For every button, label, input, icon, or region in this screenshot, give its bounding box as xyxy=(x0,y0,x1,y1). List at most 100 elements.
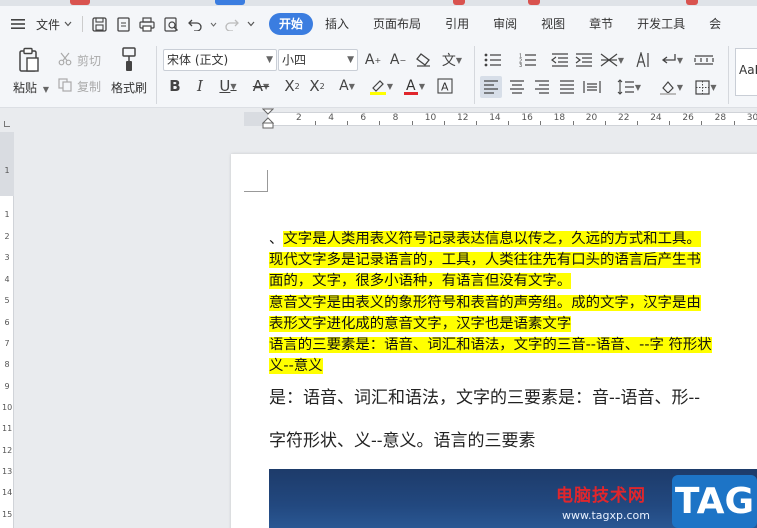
subscript-icon[interactable]: X2 xyxy=(307,76,327,96)
tab-developer-tools[interactable]: 开发工具 xyxy=(625,13,697,35)
text-direction-icon[interactable] xyxy=(633,50,653,70)
file-menu[interactable]: 文件 xyxy=(30,11,78,37)
doc-line-4[interactable]: 意音文字是由表义的象形符号和表音的声旁组。成的文字，汉字是由 xyxy=(269,293,701,314)
vertical-ruler-number: 7 xyxy=(4,339,10,348)
doc-line-3[interactable]: 面的，文字，很多小语种，有语言但没有文字。 xyxy=(269,271,572,292)
menu-icon[interactable] xyxy=(6,12,30,36)
tab-insert[interactable]: 插入 xyxy=(313,13,361,35)
print-icon[interactable] xyxy=(135,12,159,36)
justify-icon[interactable] xyxy=(556,76,578,98)
chinese-layout-icon[interactable]: ▼ xyxy=(598,50,626,70)
print-preview-icon[interactable] xyxy=(159,12,183,36)
numbered-list-icon[interactable]: 123 xyxy=(517,50,539,70)
doc-paragraph-line-1[interactable]: 是：语音、词汇和语法，文字的三要素是：音--语音、形-- xyxy=(269,387,700,409)
tab-references[interactable]: 引用 xyxy=(433,13,481,35)
vertical-ruler-number: 9 xyxy=(4,382,10,391)
format-painter-button[interactable]: 格式刷 xyxy=(111,79,147,96)
doc-paragraph-line-2[interactable]: 字符形状、义--意义。语言的三要素 xyxy=(269,430,536,452)
paste-icon[interactable] xyxy=(16,46,42,74)
chevron-down-icon: ▼ xyxy=(347,55,354,65)
font-name-select[interactable]: 宋体 (正文) ▼ xyxy=(163,49,277,71)
ruler-number: 28 xyxy=(714,113,727,123)
tab-member[interactable]: 会 xyxy=(697,13,733,35)
tab-review[interactable]: 审阅 xyxy=(481,13,529,35)
clear-format-icon[interactable] xyxy=(413,50,433,70)
text-effect-icon[interactable]: A ▼ xyxy=(333,76,361,96)
document-tab-indicator[interactable] xyxy=(453,0,465,5)
vertical-ruler-number: 8 xyxy=(4,360,10,369)
doc-line-5[interactable]: 表形文字进化成的意音文字，汉字也是语素文字 xyxy=(269,314,572,335)
tab-view[interactable]: 视图 xyxy=(529,13,577,35)
doc-line-2[interactable]: 现代文字多是记录语言的，工具，人类往往先有口头的语言后产生书 xyxy=(269,250,701,271)
paste-button[interactable]: 粘贴 ▼ xyxy=(13,79,49,96)
style-gallery-preview[interactable]: AaB xyxy=(735,48,757,96)
line-spacing-icon[interactable]: ▼ xyxy=(614,76,644,98)
character-border-icon[interactable]: A xyxy=(435,76,455,96)
font-size-select[interactable]: 小四 ▼ xyxy=(278,49,358,71)
tab-section[interactable]: 章节 xyxy=(577,13,625,35)
tab-stop-selector[interactable] xyxy=(4,121,10,127)
document-tab-indicator[interactable] xyxy=(528,0,540,5)
distributed-align-icon[interactable] xyxy=(581,76,603,98)
increase-indent-icon[interactable] xyxy=(573,50,595,70)
redo-icon[interactable] xyxy=(219,12,243,36)
doc-line-6[interactable]: 语言的三要素是：语音、词汇和语法，文字的三音--语音、--字 符形状 xyxy=(269,335,712,356)
vertical-ruler-number: 13 xyxy=(2,467,13,476)
format-painter-icon[interactable] xyxy=(118,46,140,74)
highlighted-text: 文字是人类用表义符号记录表达信息以传之，久远的方式和工具。 xyxy=(283,231,701,247)
undo-dropdown-icon[interactable] xyxy=(207,12,219,36)
italic-icon[interactable]: I xyxy=(190,76,210,96)
decrease-font-size-icon[interactable]: A − xyxy=(388,50,408,70)
bullet-list-icon[interactable] xyxy=(482,50,504,70)
ruler-number: 10 xyxy=(424,113,437,123)
highlight-color-icon[interactable]: ▼ xyxy=(366,76,396,96)
ruler-tick xyxy=(669,121,671,125)
tab-home[interactable]: 开始 xyxy=(269,13,314,35)
document-tab-indicator[interactable] xyxy=(70,0,90,5)
indent-marker-icon[interactable] xyxy=(262,108,274,130)
superscript-icon[interactable]: X2 xyxy=(282,76,302,96)
doc-line-7[interactable]: 义--意义 xyxy=(269,356,323,377)
undo-icon[interactable] xyxy=(183,12,207,36)
borders-icon[interactable]: ▼ xyxy=(693,76,719,98)
align-right-icon[interactable] xyxy=(531,76,553,98)
shading-icon[interactable]: ▼ xyxy=(657,76,685,98)
decrease-indent-icon[interactable] xyxy=(549,50,571,70)
highlighted-text: 现代文字多是记录语言的，工具，人类往往先有口头的语言后产生书 xyxy=(269,252,701,268)
strikethrough-icon[interactable]: A ▼ xyxy=(247,76,275,96)
doc-line-1[interactable]: 、文字是人类用表义符号记录表达信息以传之，久远的方式和工具。 xyxy=(269,229,701,250)
ruler-number: 16 xyxy=(521,113,533,123)
vertical-ruler-number: 14 xyxy=(2,488,13,497)
cut-button[interactable]: 剪切 xyxy=(77,52,101,69)
save-icon[interactable] xyxy=(87,12,111,36)
font-size-value: 小四 xyxy=(282,53,307,67)
vertical-ruler-number: 1 xyxy=(4,166,10,175)
tab-page-layout[interactable]: 页面布局 xyxy=(361,13,433,35)
active-document-tab-indicator[interactable] xyxy=(215,0,245,5)
ruler-tick xyxy=(443,121,445,125)
ruler-tick xyxy=(701,121,703,125)
highlighted-text: 义--意义 xyxy=(269,358,323,374)
table-grid-icon[interactable] xyxy=(692,50,716,70)
export-pdf-icon[interactable] xyxy=(111,12,135,36)
copy-button[interactable]: 复制 xyxy=(77,78,101,95)
document-tab-indicator[interactable] xyxy=(686,0,698,5)
bold-icon[interactable]: B xyxy=(165,76,185,96)
ruler-number: 30 xyxy=(746,113,757,123)
font-name-value: 宋体 (正文) xyxy=(167,53,229,67)
chevron-down-icon xyxy=(64,21,72,27)
ruler-tick xyxy=(315,121,316,125)
file-menu-label: 文件 xyxy=(36,17,61,32)
align-left-icon[interactable] xyxy=(480,76,502,98)
align-center-icon[interactable] xyxy=(506,76,528,98)
underline-icon[interactable]: U ▼ xyxy=(214,76,242,96)
increase-font-size-icon[interactable]: A + xyxy=(363,50,383,70)
quick-access-dropdown-icon[interactable] xyxy=(243,12,259,36)
doc-text: 、 xyxy=(269,231,284,247)
vertical-ruler-number: 12 xyxy=(2,446,13,455)
line-break-icon[interactable]: ▼ xyxy=(658,50,686,70)
style-preview-text: AaB xyxy=(739,63,757,77)
pinyin-guide-icon[interactable]: 文 ▼ xyxy=(438,50,466,70)
font-color-icon[interactable]: A ▼ xyxy=(400,76,428,96)
ruler-tick xyxy=(379,121,381,125)
